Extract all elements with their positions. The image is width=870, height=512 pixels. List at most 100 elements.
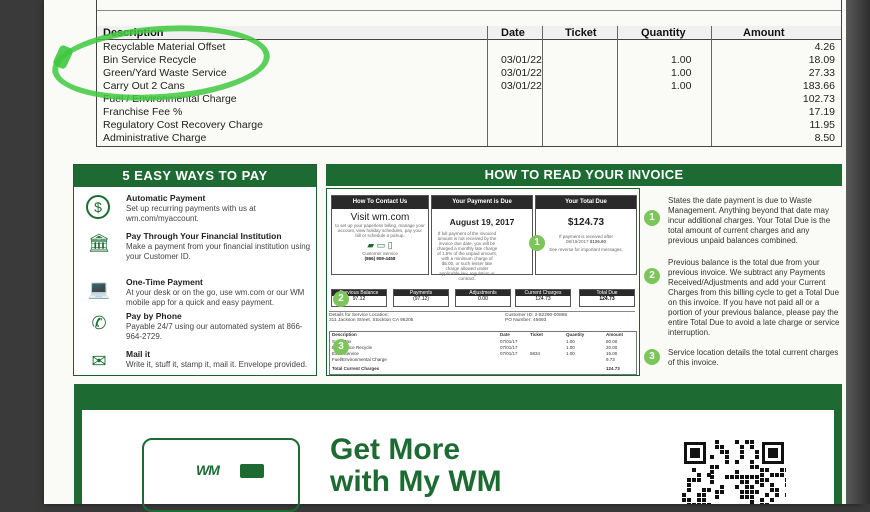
summary-box: Adjustments 0.00 [455, 289, 511, 307]
summary-box: Current Charges 124.73 [515, 289, 571, 307]
mini-cell: 1.00 [566, 345, 575, 350]
summary-box: Total Due 124.73 [579, 289, 635, 307]
laptop-icon: 💻 [87, 279, 111, 299]
total-due-box: Your Total Due $124.73 If payment is rec… [535, 195, 637, 275]
total-after-line: 08/19/2017 $126.60 [536, 239, 636, 244]
phone-illustration: WM [142, 438, 300, 512]
table-top-rule [97, 10, 841, 11]
summary-value: 0.00 [478, 296, 488, 302]
sample-invoice: How To Contact Us Visit wm.com to set up… [326, 188, 640, 376]
po-label: PO Number: [505, 318, 532, 323]
po-line: PO Number: 45693 [505, 318, 546, 323]
row-amount: 4.26 [814, 41, 835, 53]
row-amount: 102.73 [802, 93, 835, 105]
row-amount: 17.19 [808, 106, 835, 118]
table-row: Administrative Charge 8.50 [97, 132, 841, 145]
mini-cell: 1.00 [566, 351, 575, 356]
due-date: August 19, 2017 [449, 217, 515, 227]
summary-value: 124.73 [599, 296, 615, 302]
row-description: Regulatory Cost Recovery Charge [103, 119, 263, 131]
table-row: Regulatory Cost Recovery Charge 11.95 [97, 119, 841, 132]
row-amount: 27.33 [808, 67, 835, 79]
mini-total-label: Total Current Charges [332, 366, 380, 371]
explanation-marker-2: 2 [644, 268, 660, 284]
callout-number-3: 3 [333, 339, 349, 355]
row-description: Franchise Fee % [103, 106, 183, 118]
row-amount: 8.50 [814, 132, 835, 144]
details-line: Details for Service Location: 311 Jackso… [329, 311, 635, 323]
pay-option-title: Pay Through Your Financial Institution [126, 231, 282, 241]
due-date-box: Your Payment is Due August 19, 2017 If f… [431, 195, 533, 281]
pay-option-title: Automatic Payment [126, 193, 206, 203]
total-after-amount: $126.60 [589, 239, 607, 244]
mini-cell: 5934 [530, 351, 541, 356]
phone-icon: ✆ [91, 313, 107, 333]
row-date: 03/01/22 [501, 80, 542, 92]
mini-header: Description [332, 332, 357, 337]
banner-content: WM Get More with My WM [82, 410, 834, 512]
mini-cell: 9.73 [606, 357, 615, 362]
mini-cell: Fuel/Environmental Charge [332, 357, 387, 362]
row-amount: 183.66 [802, 80, 835, 92]
explanation-3: Service location details the total curre… [668, 348, 839, 367]
summary-value: (97.12) [413, 296, 429, 302]
phone-icon: ▯ [387, 240, 393, 250]
contact-text: to set up your paperless billing, manage… [335, 223, 425, 238]
callout-number-2: 2 [333, 291, 349, 307]
total-due-amount: $124.73 [567, 217, 605, 228]
mini-cell: 20.00 [606, 345, 618, 350]
contact-box-header: How To Contact Us [332, 196, 428, 209]
visit-wm: Visit wm.com [350, 212, 410, 223]
mini-header: Quantity [566, 332, 585, 337]
header-amount: Amount [743, 27, 785, 39]
row-quantity: 1.00 [671, 80, 692, 92]
pay-option-text: Set up recurring payments with us at wm.… [126, 204, 256, 223]
due-text: If full payment of the invoiced amount i… [436, 231, 498, 281]
row-description: Administrative Charge [103, 132, 207, 144]
explanation-marker-3: 3 [644, 349, 660, 365]
total-after-date: 08/19/2017 [565, 239, 589, 244]
banner-headline: Get More with My WM [330, 434, 502, 498]
wm-logo: WM [196, 462, 220, 478]
read-invoice-panel: HOW TO READ YOUR INVOICE How To Contact … [326, 164, 842, 376]
pay-option-text: Write it, stuff it, stamp it, mail it. E… [126, 360, 308, 369]
mini-total: 124.73 [606, 366, 620, 371]
due-box-header: Your Payment is Due [432, 196, 532, 209]
dollar-icon: $ [86, 195, 110, 219]
details-address: 311 Jackson Street, Stockton CA 95205 [329, 318, 414, 323]
mini-cell: 80.00 [606, 339, 618, 344]
logo-bar [240, 464, 264, 478]
callout-number-1: 1 [529, 235, 545, 251]
summary-box: Payments (97.12) [393, 289, 449, 307]
explanation-2: Previous balance is the total due from y… [668, 258, 840, 337]
total-box-header: Your Total Due [536, 196, 636, 209]
pay-option-text: At your desk or on the go, use wm.com or… [126, 288, 305, 307]
pay-option-text: Make a payment from your financial insti… [126, 242, 311, 261]
total-note: See reverse for important messages. [549, 247, 623, 252]
mini-cell: 07/01/17 [500, 339, 518, 344]
explanation-marker-1: 1 [644, 210, 660, 226]
mini-cell: 15.00 [606, 351, 618, 356]
pay-option-text: Payable 24/7 using our automated system … [126, 322, 303, 341]
bank-icon: 🏛 [87, 233, 111, 253]
pay-options-panel: 5 EASY WAYS TO PAY $ Automatic Payment Set… [73, 164, 317, 376]
page-edge-shadow [846, 0, 870, 504]
banner-line-2: with My WM [330, 465, 502, 498]
header-date: Date [501, 27, 525, 39]
row-quantity: 1.00 [671, 54, 692, 66]
pay-option-title: One-Time Payment [126, 277, 203, 287]
summary-value: 124.73 [535, 296, 551, 302]
mail-icon: ✉ [91, 351, 107, 371]
qr-code[interactable] [682, 440, 786, 504]
row-quantity: 1.00 [671, 67, 692, 79]
pay-options-title: 5 EASY WAYS TO PAY [74, 165, 316, 187]
laptop-icon: ▭ [376, 240, 386, 250]
pay-option-title: Mail it [126, 349, 151, 359]
table-row: Fuel / Environmental Charge 102.73 [97, 93, 841, 106]
contact-box: How To Contact Us Visit wm.com to set up… [331, 195, 429, 275]
mini-cell: 07/01/17 [500, 351, 518, 356]
table-row: Franchise Fee % 17.19 [97, 106, 841, 119]
mini-cell: 07/01/17 [500, 345, 518, 350]
row-amount: 11.95 [809, 119, 836, 131]
contact-icons: ▰ ▭ ▯ [332, 240, 428, 251]
